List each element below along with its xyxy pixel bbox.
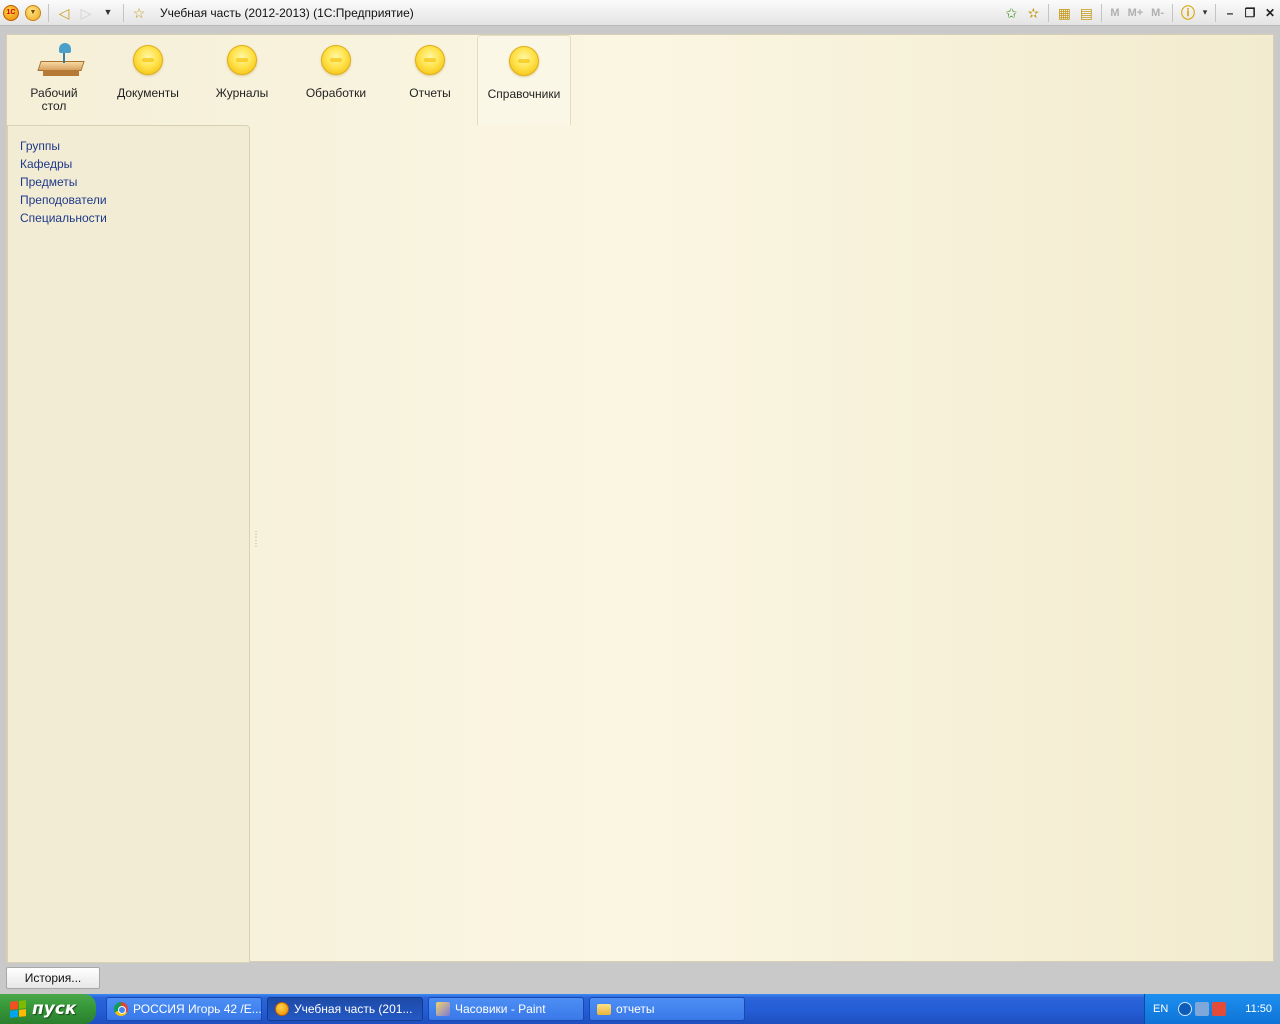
back-button[interactable]: ◁ [53,2,75,24]
taskbar: пуск РОССИЯ Игорь 42 /Е... Учебная часть… [0,994,1280,1024]
task-1c[interactable]: Учебная часть (201... [267,997,423,1021]
section-label: Отчеты [409,86,451,100]
back-arrow-icon: ◁ [58,4,70,21]
start-button[interactable]: пуск [0,994,96,1024]
1c-icon [275,1002,289,1016]
forward-arrow-icon: ▷ [80,4,92,21]
section-label: Документы [117,86,179,100]
restore-button[interactable]: ❐ [1240,3,1260,23]
show-hidden-icons-icon[interactable] [1178,1002,1193,1016]
section-label: Справочники [487,87,561,101]
language-indicator[interactable]: EN [1153,1003,1168,1015]
start-label: пуск [32,999,77,1019]
nav-item-teachers[interactable]: Преподователи [8,191,249,209]
toolbar-separator [123,3,124,22]
section-journals[interactable]: Журналы [195,35,289,125]
app-menu-button[interactable]: 1С [0,2,22,24]
favorites-button[interactable]: ☆ [128,2,150,24]
close-icon: ✕ [1264,5,1276,20]
star-box-icon: ✫ [1027,4,1040,21]
task-label: отчеты [616,1002,655,1016]
minimize-icon: – [1226,5,1234,20]
nav-item-departments[interactable]: Кафедры [8,155,249,173]
favorites-list-button[interactable]: ✫ [1022,2,1044,24]
nav-item-groups[interactable]: Группы [8,137,249,155]
history-dropdown-button[interactable]: ▼ [97,2,119,24]
yellow-ball-icon [509,46,539,76]
yellow-ball-icon [415,45,445,75]
desktop-icon [37,43,85,77]
section-catalogs[interactable]: Справочники [477,35,571,125]
section-label: Рабочий стол [30,86,78,113]
memory-button-m-plus[interactable]: M+ [1128,7,1144,19]
calendar-button[interactable]: ▤ [1075,2,1097,24]
nav-item-specialties[interactable]: Специальности [8,209,249,227]
calculator-button[interactable]: ▦ [1053,2,1075,24]
task-buttons: РОССИЯ Игорь 42 /Е... Учебная часть (201… [106,997,750,1021]
task-label: Часовики - Paint [455,1002,546,1016]
panel-splitter[interactable]: ⋮ ⋮ [252,530,260,556]
windows-logo-icon [10,1000,26,1018]
minimize-button[interactable]: – [1220,3,1240,23]
yellow-ball-icon [227,45,257,75]
toolbar-separator [1048,3,1050,22]
add-to-favorites-button[interactable]: ✩ [1000,2,1022,24]
memory-button-m[interactable]: M [1110,7,1119,19]
yellow-ball-icon [133,45,163,75]
clock: 11:50 [1245,1003,1272,1015]
close-button[interactable]: ✕ [1260,3,1280,23]
nav-item-subjects[interactable]: Предметы [8,173,249,191]
toolbar-separator [1172,3,1173,22]
navigation-panel: Группы Кафедры Предметы Преподователи Сп… [7,125,250,963]
section-reports[interactable]: Отчеты [383,35,477,125]
app-workspace: Рабочий стол Документы Журналы Обработки… [6,34,1274,963]
restore-icon: ❐ [1244,5,1256,20]
dropdown-arrow-icon: ▼ [103,7,113,17]
task-chrome[interactable]: РОССИЯ Игорь 42 /Е... [106,997,262,1021]
info-dropdown-button[interactable]: ▾ [1199,2,1211,24]
calendar-icon: ▤ [1079,4,1094,21]
title-bar: 1С ▼ ◁ ▷ ▼ ☆ Учебная часть (2012-2013) (… [0,0,1280,26]
section-label: Обработки [305,86,367,100]
memory-button-m-minus[interactable]: M- [1151,7,1164,19]
calculator-icon: ▦ [1057,4,1072,21]
forward-button[interactable]: ▷ [75,2,97,24]
task-folder[interactable]: отчеты [589,997,745,1021]
1c-logo-icon: 1С [3,4,19,21]
antivirus-icon[interactable] [1212,1002,1227,1016]
section-label: Журналы [215,86,269,100]
folder-icon [597,1003,611,1015]
toolbar-separator [1101,3,1103,22]
toolbar-separator [48,3,49,22]
window-title: Учебная часть (2012-2013) (1С:Предприяти… [160,5,414,20]
toolbar-separator [1215,3,1216,22]
task-paint[interactable]: Часовики - Paint [428,997,584,1021]
sections-panel: Рабочий стол Документы Журналы Обработки… [7,35,1273,125]
section-documents[interactable]: Документы [101,35,195,125]
info-button[interactable]: ⓘ [1177,2,1199,24]
paint-icon [436,1002,450,1016]
chevron-down-icon: ▼ [25,4,41,21]
task-label: РОССИЯ Игорь 42 /Е... [133,1002,262,1016]
history-button[interactable]: История... [6,967,100,989]
system-tray: EN 11:50 [1144,994,1280,1024]
info-icon: ⓘ [1181,4,1195,21]
chrome-icon [114,1002,128,1016]
main-menu-button[interactable]: ▼ [22,2,44,24]
task-label: Учебная часть (201... [294,1002,413,1016]
section-desktop[interactable]: Рабочий стол [7,35,101,125]
section-processing[interactable]: Обработки [289,35,383,125]
network-icon[interactable] [1195,1002,1210,1016]
dropdown-arrow-icon: ▾ [1202,7,1208,17]
star-icon: ☆ [132,4,146,21]
star-plus-icon: ✩ [1005,4,1018,21]
yellow-ball-icon [321,45,351,75]
title-bar-tools: ✩ ✫ ▦ ▤ M M+ M- ⓘ ▾ – ❐ ✕ [1000,0,1280,26]
